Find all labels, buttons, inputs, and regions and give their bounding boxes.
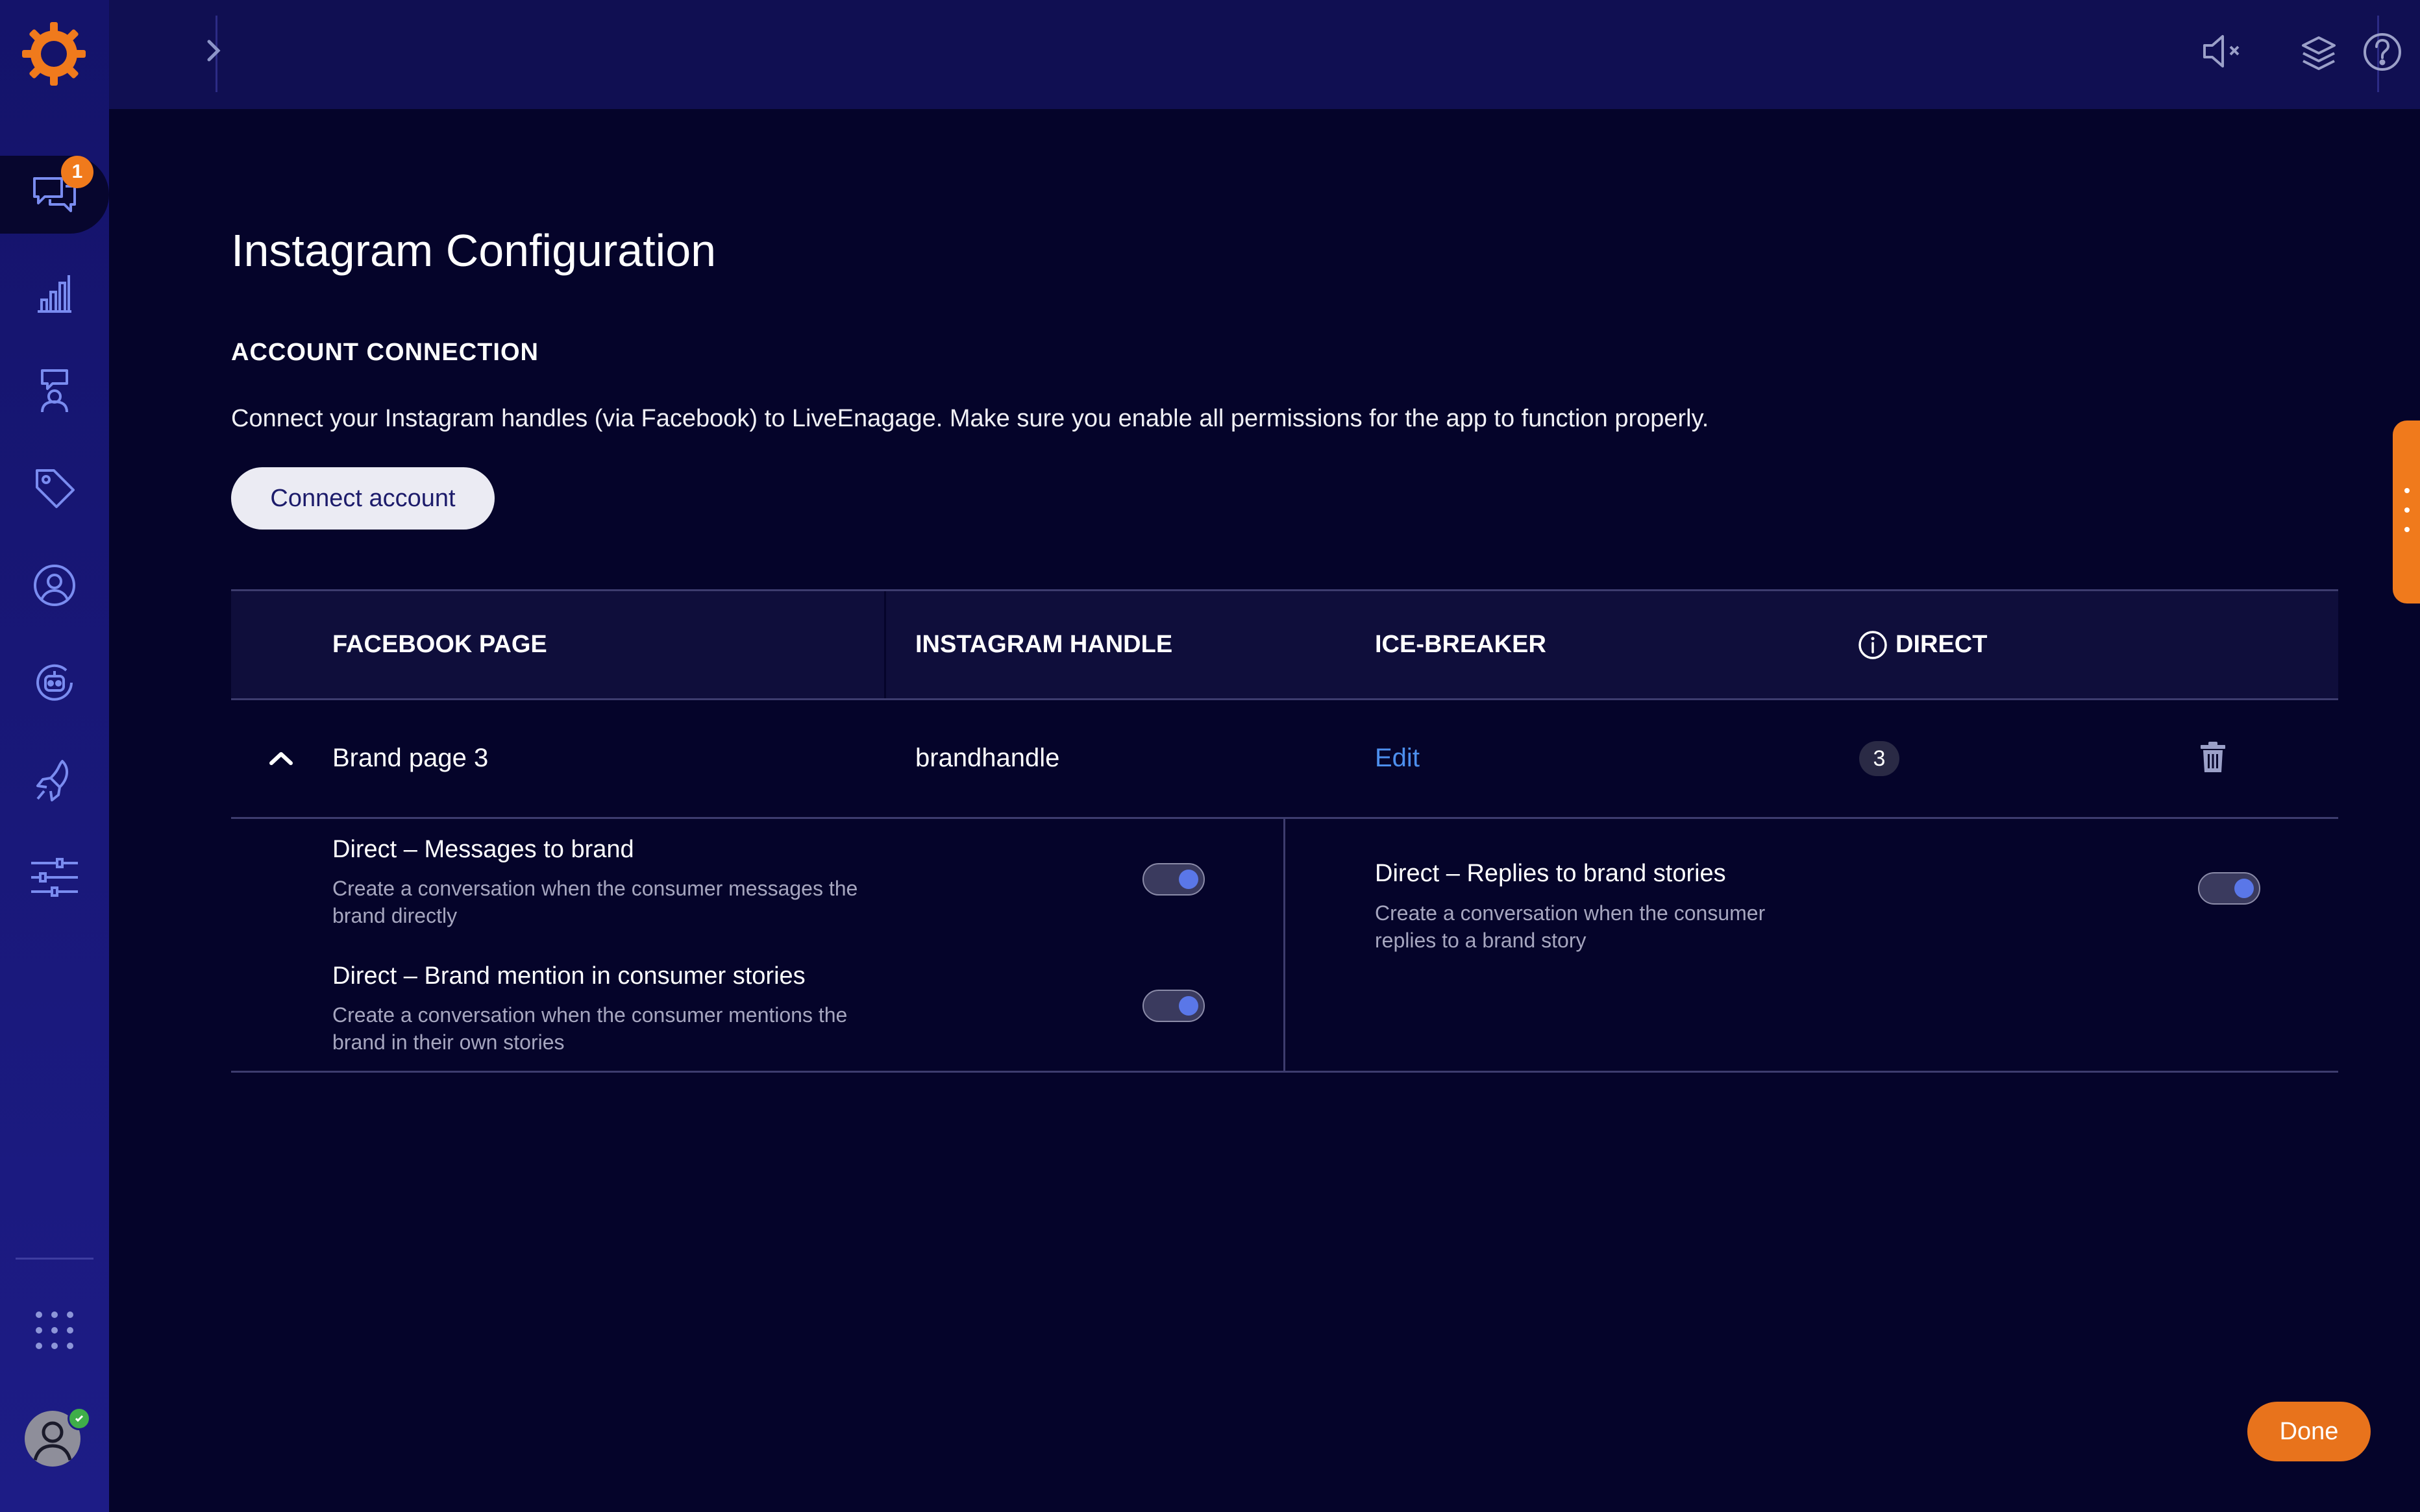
sidebar-divider xyxy=(16,1258,93,1260)
top-bar xyxy=(109,0,2420,109)
layers-icon[interactable] xyxy=(2301,35,2337,73)
description-text: Connect your Instagram handles (via Face… xyxy=(231,405,1709,432)
side-panel-tab[interactable] xyxy=(2393,421,2420,604)
column-divider xyxy=(884,591,886,698)
rocket-icon xyxy=(34,757,75,803)
bot-icon xyxy=(32,661,77,705)
toggle-replies-to-stories[interactable] xyxy=(2198,872,2260,905)
column-header-ice-breaker[interactable]: ICE-BREAKER xyxy=(1375,591,1546,698)
connect-account-button[interactable]: Connect account xyxy=(231,467,495,530)
table-border xyxy=(231,1071,2338,1073)
sliders-icon xyxy=(29,857,80,898)
agent-chat-icon xyxy=(34,368,75,413)
option-description: Create a conversation when the consumer … xyxy=(332,877,858,927)
sidebar-item-settings[interactable] xyxy=(0,838,109,916)
apps-launcher[interactable] xyxy=(0,1291,109,1369)
user-circle-icon xyxy=(32,563,77,607)
sidebar: 1 xyxy=(0,0,109,1512)
option-title: Direct – Messages to brand xyxy=(332,836,634,863)
toggle-knob xyxy=(1179,996,1198,1016)
option-title: Direct – Brand mention in consumer stori… xyxy=(332,962,806,990)
option-description: Create a conversation when the consumer … xyxy=(1375,901,1766,952)
help-circle-icon[interactable] xyxy=(2362,31,2403,73)
section-heading: ACCOUNT CONNECTION xyxy=(231,339,539,366)
table-border xyxy=(231,698,2338,700)
chevron-right-icon[interactable] xyxy=(197,35,228,66)
option-title: Direct – Replies to brand stories xyxy=(1375,860,1726,887)
sidebar-item-automation[interactable] xyxy=(0,741,109,819)
sidebar-item-conversations[interactable]: 1 xyxy=(0,156,109,234)
instagram-handle-cell: brandhandle xyxy=(915,743,1060,772)
options-divider xyxy=(1283,819,1285,1071)
table-header: FACEBOOK PAGE INSTAGRAM HANDLE ICE-BREAK… xyxy=(231,591,2338,698)
column-header-direct[interactable]: DIRECT xyxy=(1858,591,1987,698)
sidebar-item-users[interactable] xyxy=(0,546,109,624)
toggle-knob xyxy=(2234,879,2254,898)
logo-icon[interactable] xyxy=(19,19,88,88)
done-button[interactable]: Done xyxy=(2247,1402,2371,1461)
speaker-muted-icon[interactable] xyxy=(2201,31,2243,71)
sidebar-item-bots[interactable] xyxy=(0,644,109,722)
collapse-row-icon[interactable] xyxy=(265,745,297,771)
sidebar-item-tags[interactable] xyxy=(0,449,109,527)
info-icon[interactable] xyxy=(1858,630,1888,660)
column-header-direct-label: DIRECT xyxy=(1895,631,1988,658)
toggle-knob xyxy=(1179,870,1198,889)
sidebar-item-agents[interactable] xyxy=(0,352,109,430)
notification-badge: 1 xyxy=(61,156,93,188)
grid-dots-icon xyxy=(34,1310,75,1351)
direct-count-badge: 3 xyxy=(1859,741,1899,776)
option-description: Create a conversation when the consumer … xyxy=(332,1003,848,1054)
online-status-icon xyxy=(68,1407,91,1430)
trash-icon[interactable] xyxy=(2199,741,2227,774)
toggle-messages-to-brand[interactable] xyxy=(1142,863,1205,896)
column-header-instagram-handle[interactable]: INSTAGRAM HANDLE xyxy=(915,591,1172,698)
facebook-page-cell: Brand page 3 xyxy=(332,743,489,772)
ice-breaker-edit-link[interactable]: Edit xyxy=(1375,744,1420,773)
column-header-facebook-page[interactable]: FACEBOOK PAGE xyxy=(332,591,547,698)
tag-icon xyxy=(33,467,76,509)
toggle-brand-mention-stories[interactable] xyxy=(1142,990,1205,1022)
bar-chart-icon xyxy=(35,273,74,314)
ice-breaker-edit-cell: Edit xyxy=(1375,700,1420,816)
sidebar-item-analytics[interactable] xyxy=(0,254,109,332)
page-title: Instagram Configuration xyxy=(231,225,717,276)
